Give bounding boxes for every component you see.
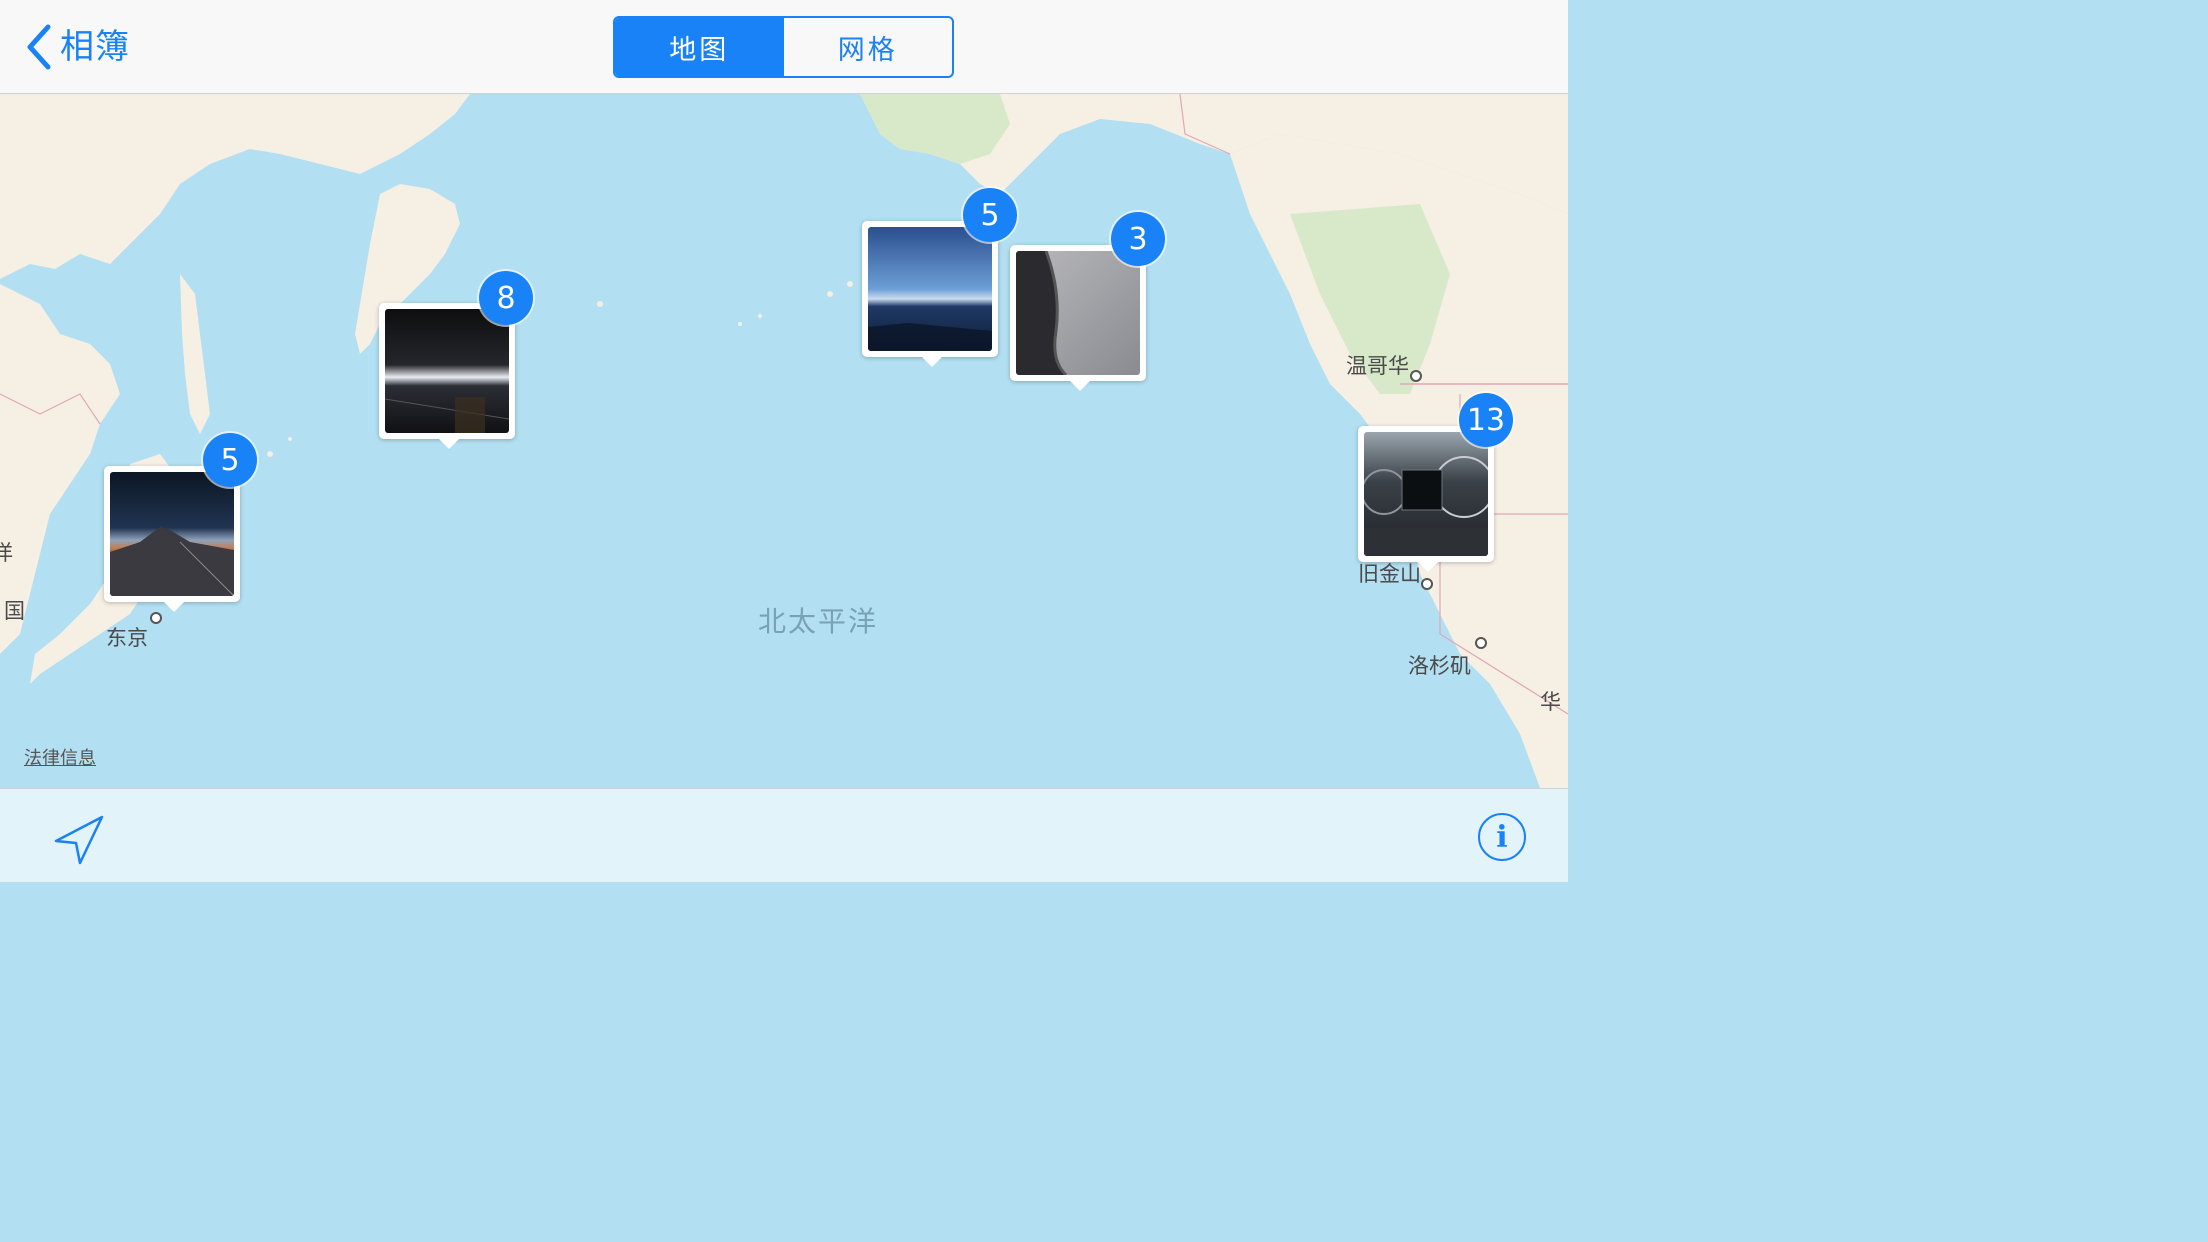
info-icon: i — [1496, 819, 1508, 855]
photo-pin-kamchatka[interactable]: 8 — [379, 271, 533, 449]
segment-map[interactable]: 地图 — [615, 18, 784, 76]
photo-pin-alaska-a[interactable]: 5 — [862, 188, 1017, 367]
chevron-left-icon — [27, 24, 51, 70]
segment-grid[interactable]: 网格 — [784, 18, 953, 76]
photo-count-badge: 5 — [963, 188, 1017, 242]
photos-map-screen: 相簿 地图 网格 东京 温哥华 旧金山 洛杉矶 洋 国 华 北太平洋 法律信息 … — [0, 0, 1568, 882]
photo-count-badge: 8 — [479, 271, 533, 325]
back-button-label: 相簿 — [60, 27, 130, 67]
photo-count-badge: 13 — [1459, 393, 1513, 447]
pin-pointer — [1068, 379, 1092, 391]
vancouver-marker — [1410, 370, 1422, 382]
place-label-los-angeles: 洛杉矶 — [1408, 654, 1471, 678]
current-location-button[interactable] — [52, 813, 106, 867]
photo-pin-tokyo[interactable]: 5 — [104, 433, 257, 612]
place-label-edge-left-1: 洋 — [0, 541, 13, 565]
photo-thumbnail — [1016, 251, 1140, 375]
pin-pointer — [1416, 560, 1440, 572]
legal-info-link[interactable]: 法律信息 — [24, 744, 96, 770]
ocean-label: 北太平洋 — [758, 605, 879, 638]
san-francisco-marker — [1421, 578, 1433, 590]
view-segmented-control: 地图 网格 — [613, 16, 954, 78]
photo-thumbnail — [385, 309, 509, 433]
photo-pin-san-francisco[interactable]: 13 — [1358, 393, 1513, 572]
navigation-bar: 相簿 地图 网格 — [0, 0, 1568, 94]
pin-pointer — [920, 355, 944, 367]
place-label-edge-left-2: 国 — [4, 599, 25, 623]
pin-pointer — [437, 437, 461, 449]
map-view[interactable]: 东京 温哥华 旧金山 洛杉矶 洋 国 华 北太平洋 法律信息 5 8 5 3 1… — [0, 94, 1568, 788]
photo-thumbnail — [868, 227, 992, 351]
location-arrow-icon — [54, 815, 104, 865]
los-angeles-marker — [1475, 637, 1487, 649]
photo-thumbnail — [1364, 432, 1488, 556]
photo-count-badge: 3 — [1111, 212, 1165, 266]
tokyo-marker — [150, 612, 162, 624]
photo-count-badge: 5 — [203, 433, 257, 487]
aleutian-islands — [267, 281, 853, 457]
place-label-vancouver: 温哥华 — [1346, 354, 1409, 378]
back-button[interactable]: 相簿 — [24, 22, 130, 72]
pin-pointer — [162, 600, 186, 612]
place-label-tokyo: 东京 — [106, 626, 148, 650]
photo-thumbnail — [110, 472, 234, 596]
alaska-forest — [860, 94, 1010, 164]
bottom-toolbar: i — [0, 788, 1568, 882]
photo-pin-alaska-b[interactable]: 3 — [1010, 212, 1165, 391]
place-label-edge-right: 华 — [1540, 690, 1561, 714]
place-label-san-francisco: 旧金山 — [1358, 562, 1421, 586]
info-button[interactable]: i — [1478, 813, 1526, 861]
sakhalin-island — [180, 274, 210, 434]
